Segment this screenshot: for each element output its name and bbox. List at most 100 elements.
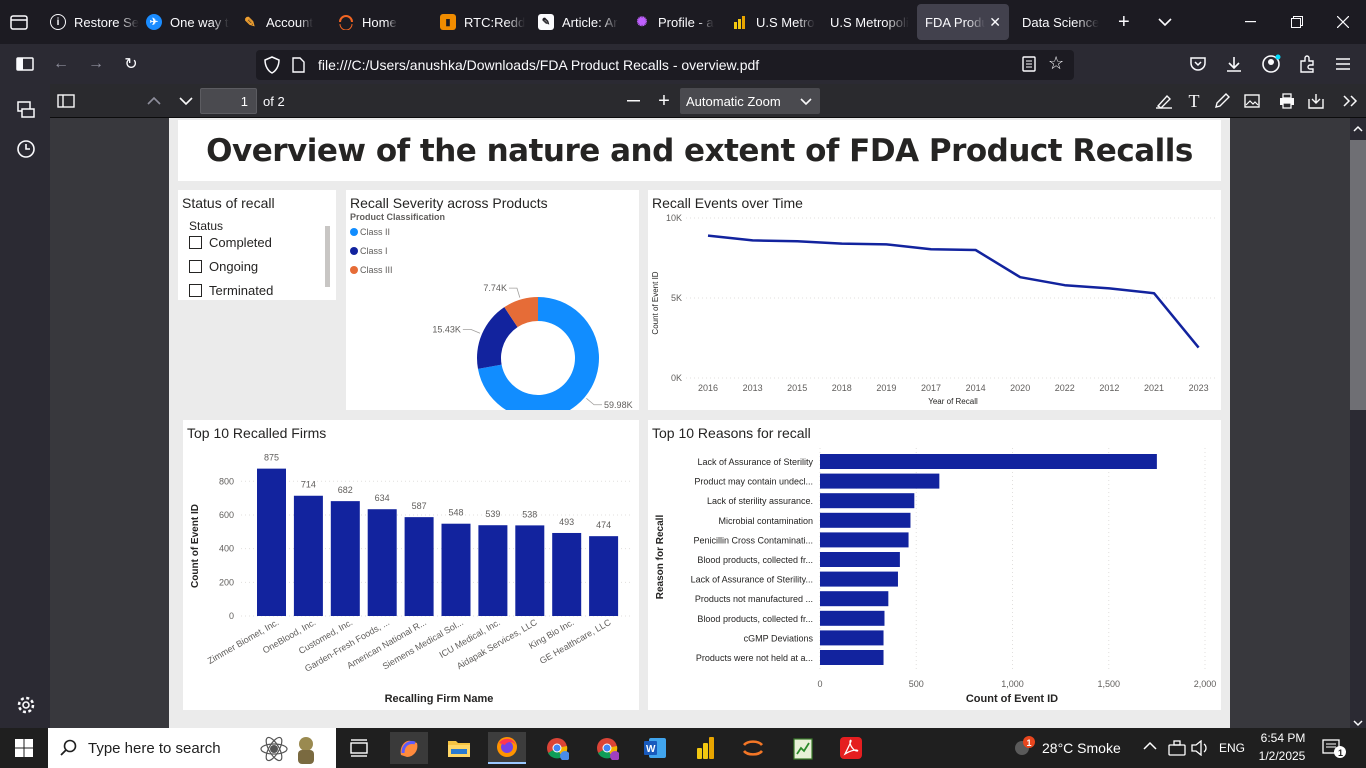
toggle-sidebar-icon[interactable] bbox=[54, 90, 78, 112]
reasons-bar-card: Top 10 Reasons for recall 0 500 1,000 1,500… bbox=[648, 420, 1221, 710]
shield-icon[interactable] bbox=[264, 56, 280, 79]
task-view-icon[interactable] bbox=[340, 732, 378, 764]
viewer-scrollbar[interactable] bbox=[1350, 118, 1366, 728]
tab-label: Data Science bbox=[1022, 14, 1100, 30]
page-number-input[interactable]: 1 bbox=[200, 88, 257, 114]
sidebar-toggle-icon[interactable] bbox=[12, 52, 38, 76]
bookmark-star-icon[interactable]: ☆ bbox=[1048, 53, 1064, 74]
clock-time[interactable]: 6:54 PM bbox=[1258, 731, 1308, 745]
notifications-icon[interactable]: 1 bbox=[1322, 738, 1346, 763]
tab-fda-product[interactable]: FDA Produc✕ bbox=[917, 4, 1009, 40]
print-icon[interactable] bbox=[1275, 90, 1299, 112]
info-icon: i bbox=[50, 14, 66, 30]
tab-home[interactable]: Home bbox=[338, 4, 428, 40]
checkbox[interactable] bbox=[189, 283, 202, 297]
slicer-scrollbar[interactable] bbox=[325, 226, 330, 287]
x-axis-label: Year of Recall bbox=[928, 397, 978, 406]
text-tool-icon[interactable]: T bbox=[1182, 90, 1206, 112]
tab-account[interactable]: ✎ Account bbox=[242, 4, 328, 40]
checkbox[interactable] bbox=[189, 235, 202, 249]
copilot-icon[interactable] bbox=[390, 732, 428, 764]
synced-tabs-icon[interactable] bbox=[16, 100, 36, 125]
clock-date[interactable]: 1/2/2025 bbox=[1254, 749, 1310, 763]
jupyter-icon[interactable] bbox=[734, 732, 772, 764]
list-tabs-icon[interactable] bbox=[1158, 4, 1178, 40]
y-tick-label: 0K bbox=[671, 373, 682, 383]
new-tab-icon[interactable]: + bbox=[1118, 4, 1140, 40]
save-icon[interactable] bbox=[1304, 90, 1328, 112]
chrome-profile-icon[interactable] bbox=[588, 732, 626, 764]
acrobat-icon[interactable] bbox=[832, 732, 870, 764]
pdf-viewer[interactable]: Overview of the nature and extent of FDA… bbox=[50, 118, 1350, 728]
tray-chevron-icon[interactable] bbox=[1143, 739, 1157, 754]
previous-page-icon[interactable] bbox=[142, 90, 166, 112]
slicer-option-completed[interactable]: Completed bbox=[189, 232, 309, 252]
image-icon[interactable] bbox=[1240, 90, 1264, 112]
account-icon[interactable] bbox=[1258, 52, 1284, 76]
x-tick-label: 2015 bbox=[787, 383, 807, 393]
bar-data-label: 682 bbox=[338, 485, 353, 495]
tab-article[interactable]: ✎ Article: Ar bbox=[538, 4, 628, 40]
word-icon[interactable]: W bbox=[636, 732, 674, 764]
notepad-chart-icon[interactable] bbox=[784, 732, 822, 764]
chrome-icon[interactable] bbox=[538, 732, 576, 764]
volume-icon[interactable] bbox=[1191, 739, 1209, 761]
tab-us-metropolitan[interactable]: U.S Metropoli bbox=[830, 4, 914, 40]
url-text[interactable]: file:///C:/Users/anushka/Downloads/FDA P… bbox=[318, 57, 759, 73]
tab-us-metro[interactable]: U.S Metro bbox=[732, 4, 822, 40]
address-bar[interactable]: file:///C:/Users/anushka/Downloads/FDA P… bbox=[256, 50, 1074, 80]
minimize-icon[interactable] bbox=[1228, 0, 1274, 44]
y-tick-label: Lack of Assurance of Sterility bbox=[697, 457, 813, 467]
power-bi-icon[interactable] bbox=[686, 732, 724, 764]
tab-label: One way t bbox=[170, 14, 229, 30]
weather-text[interactable]: 28°C Smoke bbox=[1042, 740, 1121, 756]
close-window-icon[interactable] bbox=[1320, 0, 1366, 44]
severity-donut-card: Recall Severity across Products Product … bbox=[346, 190, 639, 410]
restore-icon[interactable] bbox=[1274, 0, 1320, 44]
extensions-icon[interactable] bbox=[1294, 52, 1320, 76]
tab-overview-icon[interactable] bbox=[8, 12, 32, 32]
firefox-taskbar-icon[interactable] bbox=[488, 732, 526, 764]
checkbox[interactable] bbox=[189, 259, 202, 273]
forward-icon[interactable]: → bbox=[83, 52, 109, 76]
settings-gear-icon[interactable] bbox=[16, 695, 36, 720]
tab-rtc-reddit[interactable]: ▮ RTC:Redd bbox=[440, 4, 530, 40]
tab-profile[interactable]: ✺ Profile - a bbox=[634, 4, 724, 40]
downloads-icon[interactable] bbox=[1221, 52, 1247, 76]
tools-more-icon[interactable] bbox=[1338, 90, 1362, 112]
pocket-icon[interactable] bbox=[1185, 52, 1211, 76]
x-axis-label: Recalling Firm Name bbox=[385, 693, 494, 705]
highlight-icon[interactable] bbox=[1152, 90, 1176, 112]
zoom-in-icon[interactable]: + bbox=[652, 90, 676, 112]
history-icon[interactable] bbox=[16, 139, 36, 164]
menu-icon[interactable] bbox=[1330, 52, 1356, 76]
network-icon[interactable] bbox=[1168, 740, 1186, 761]
tab-data-science[interactable]: Data Science bbox=[1022, 4, 1102, 40]
bar bbox=[820, 650, 884, 665]
close-tab-icon[interactable]: ✕ bbox=[989, 14, 1001, 31]
taskbar-search-box[interactable]: Type here to search bbox=[48, 728, 336, 768]
reader-view-icon[interactable] bbox=[1022, 56, 1036, 77]
draw-icon[interactable] bbox=[1210, 90, 1234, 112]
scroll-up-icon[interactable] bbox=[1353, 120, 1363, 138]
reload-icon[interactable]: ↻ bbox=[118, 52, 144, 76]
slicer-option-terminated[interactable]: Terminated bbox=[189, 280, 309, 300]
back-icon[interactable]: ← bbox=[48, 52, 74, 76]
language-indicator[interactable]: ENG bbox=[1219, 741, 1245, 755]
tab-restore-session[interactable]: i Restore Se bbox=[50, 4, 142, 40]
windows-start-icon[interactable] bbox=[5, 732, 43, 764]
bar bbox=[820, 630, 884, 646]
x-tick-label: 2022 bbox=[1055, 383, 1075, 393]
scroll-thumb[interactable] bbox=[1350, 140, 1366, 410]
file-explorer-icon[interactable] bbox=[440, 732, 478, 764]
bar bbox=[589, 536, 619, 616]
legend-marker bbox=[350, 266, 358, 274]
next-page-icon[interactable] bbox=[174, 90, 198, 112]
zoom-select[interactable]: Automatic Zoom bbox=[680, 88, 820, 114]
slicer-option-ongoing[interactable]: Ongoing bbox=[189, 256, 309, 276]
weather-icon[interactable]: 1 bbox=[1012, 736, 1036, 765]
zoom-out-icon[interactable] bbox=[622, 90, 646, 112]
tab-one-way[interactable]: ✈ One way t bbox=[146, 4, 234, 40]
slicer-header: Status bbox=[189, 219, 224, 233]
slicer-title: Status of recall bbox=[182, 195, 275, 211]
